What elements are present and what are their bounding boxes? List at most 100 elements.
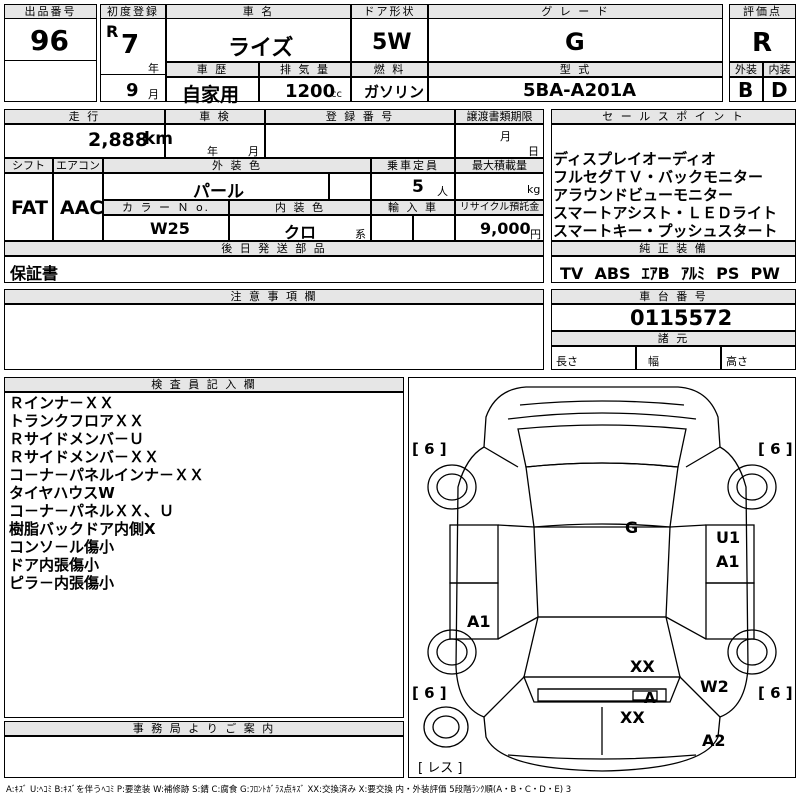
length-label: 長さ (556, 355, 578, 368)
lot-number: 96 (30, 24, 69, 57)
color-box-sub (329, 173, 371, 200)
grade-value: G (565, 28, 585, 56)
inspector-item: タイヤハウスW (9, 484, 115, 502)
inspector-item: トランクフロアＸＸ (9, 412, 145, 430)
office-box (4, 736, 404, 778)
caution-label: 注 意 事 項 欄 (4, 289, 544, 304)
fuel-label: 燃 料 (351, 62, 428, 77)
divider (100, 74, 166, 75)
load-label: 最大積載量 (455, 158, 544, 173)
spare-tire-label: [ レス ] (418, 761, 463, 776)
transfer-month-unit: 月 (500, 130, 511, 143)
registration-label: 登 録 番 号 (265, 109, 455, 124)
inspection-month-unit: 月 (248, 145, 259, 158)
height-label: 高さ (726, 355, 748, 368)
door-value: 5W (372, 30, 412, 55)
divider (4, 60, 97, 61)
transfer-day-unit: 日 (528, 145, 539, 158)
sales-point-label: セ ー ル ス ポ イ ン ト (551, 109, 796, 124)
displacement-unit: cc (331, 89, 342, 100)
tire-tread-fl: [ 6 ] (412, 440, 447, 458)
exterior-grade: B (738, 78, 754, 102)
sales-point: スマートアシスト・ＬＥＤライト (553, 204, 777, 222)
tire-tread-rl: [ 6 ] (412, 684, 447, 702)
damage-mark-a1-right: A1 (716, 552, 740, 571)
first-reg-label: 初度登録 (100, 4, 166, 19)
inspector-item: Ｒサイドメンバ－Ｕ (9, 430, 145, 448)
shift-label: シフト (4, 158, 53, 173)
registration-box (265, 124, 455, 158)
inspector-list: Ｒインナ－ＸＸ トランクフロアＸＸ Ｒサイドメンバ－Ｕ Ｒサイドメンバ－ＸＸ コ… (9, 394, 204, 592)
mileage-label: 走 行 (4, 109, 165, 124)
car-diagram (423, 386, 777, 772)
mileage-value: 2,888 (88, 129, 149, 151)
recycle-unit: 円 (530, 228, 541, 241)
era: R (106, 22, 119, 41)
damage-mark-u1: U1 (716, 528, 741, 547)
seats-label: 乗車定員 (371, 158, 455, 173)
load-unit: kg (527, 183, 541, 196)
legend: A:ｷｽﾞ U:ﾍｺﾐ B:ｷｽﾞを伴うﾍｺﾐ P:要塗装 W:補修跡 S:錆 … (6, 785, 572, 795)
office-label: 事 務 局 よ り ご 案 内 (4, 721, 404, 736)
import-box-sub (413, 215, 455, 241)
specs-label: 諸 元 (551, 331, 796, 346)
sales-point: フルセグＴＶ・バックモニター (553, 168, 764, 186)
sales-point: アラウンドビューモニター (553, 186, 734, 204)
inspector-label: 検 査 員 記 入 欄 (4, 377, 404, 392)
color-label: 外 装 色 (103, 158, 371, 173)
damage-mark-a2: A2 (702, 731, 726, 750)
exterior-label: 外装 (729, 62, 763, 77)
ac-value: AAC (60, 197, 104, 219)
chassis-label: 車 台 番 号 (551, 289, 796, 304)
score-label: 評価点 (729, 4, 796, 19)
door-label: ドア形状 (351, 4, 428, 19)
inspection-label: 車 検 (165, 109, 265, 124)
inspector-item: 樹脂バックドア内側X (9, 520, 156, 538)
damage-mark-xx-bumper: XX (620, 708, 645, 727)
sales-point: スマートキー・プッシュスタート (553, 222, 778, 240)
car-name: ライズ (228, 36, 294, 61)
grade-label: グ レ ー ド (428, 4, 723, 19)
damage-mark-g: G (625, 518, 639, 537)
damage-mark-w2: W2 (700, 677, 729, 696)
inspection-year-unit: 年 (207, 145, 218, 158)
ac-label: エアコン (53, 158, 103, 173)
reg-year: 7 (121, 30, 140, 60)
chassis-number: 0115572 (630, 306, 733, 330)
lot-label: 出品番号 (4, 4, 97, 19)
damage-mark-xx-rear: XX (630, 657, 655, 676)
inspector-item: ドア内張傷小 (9, 556, 100, 574)
displacement-value: 1200 (285, 81, 336, 102)
model-value: 5BA-A201A (523, 80, 637, 101)
import-label: 輸 入 車 (371, 200, 455, 215)
inspector-item: ピラ－内張傷小 (9, 574, 115, 592)
later-parts-box (4, 256, 544, 283)
inspector-item: コ－ナ－パネルＸＸ、Ｕ (9, 502, 175, 520)
tire-tread-fr: [ 6 ] (758, 440, 793, 458)
sales-point-list: ディスプレイオーディオ フルセグＴＶ・バックモニター アラウンドビューモニター … (553, 150, 778, 240)
score-value: R (752, 28, 773, 58)
damage-mark-a: A (644, 689, 656, 707)
recycle-value: 9,000 (480, 219, 531, 238)
history-label: 車 歴 (166, 62, 259, 77)
later-parts-value: 保証書 (10, 264, 59, 283)
seats-value: 5 (412, 177, 424, 197)
colorno-label: カ ラ ー Ｎ o. (103, 200, 229, 215)
damage-mark-a1-left: A1 (467, 612, 491, 631)
history-value: 自家用 (182, 84, 240, 106)
displacement-label: 排 気 量 (259, 62, 351, 77)
sales-point: ディスプレイオーディオ (553, 150, 716, 168)
reg-month: 9 (126, 80, 139, 101)
inspector-item: Ｒサイドメンバ－ＸＸ (9, 448, 160, 466)
intcolor-label: 内 装 色 (229, 200, 371, 215)
seats-unit: 人 (437, 185, 448, 198)
transfer-label: 譲渡書類期限 (455, 109, 544, 124)
inspector-item: Ｒインナ－ＸＸ (9, 394, 115, 412)
color-value: パール (193, 182, 244, 202)
width-label: 幅 (648, 355, 659, 368)
intcolor-unit: 系 (355, 228, 366, 241)
inspection-sheet: { "header": { "lot_label": "出品番号", "lot_… (0, 0, 800, 800)
inspector-item: コンソ－ル傷小 (9, 538, 115, 556)
inspector-item: コ－ナ－パネルインナ－ＸＸ (9, 466, 205, 484)
equipment-value: TV ABS ｴｱB ｱﾙﾐ PS PW (560, 264, 780, 283)
